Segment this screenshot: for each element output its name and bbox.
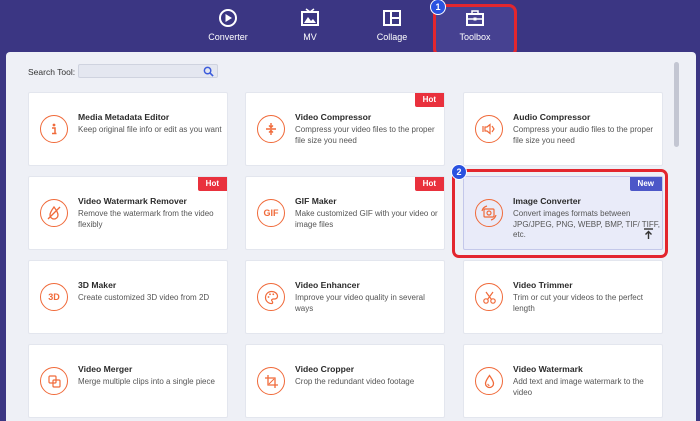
tool-description: Trim or cut your videos to the perfect l… xyxy=(513,293,643,313)
crop-icon xyxy=(257,367,285,395)
tab-converter[interactable]: Converter xyxy=(188,6,268,46)
tool-card-video-trimmer[interactable]: Video Trimmer Trim or cut your videos to… xyxy=(463,260,663,334)
tool-card-gif-maker[interactable]: GIF GIF Maker Make customized GIF with y… xyxy=(245,176,445,250)
tool-description: Compress your video files to the proper … xyxy=(295,125,435,145)
tool-description: Improve your video quality in several wa… xyxy=(295,293,425,313)
tab-collage-label: Collage xyxy=(376,32,408,42)
watermark-remove-icon xyxy=(40,199,68,227)
search-icon[interactable] xyxy=(203,66,214,77)
tool-description: Remove the watermark from the video flex… xyxy=(78,209,214,229)
tool-title: Video Watermark Remover xyxy=(78,196,187,206)
hot-badge: Hot xyxy=(414,177,444,191)
merge-icon xyxy=(40,367,68,395)
tool-card-video-enhancer[interactable]: Video Enhancer Improve your video qualit… xyxy=(245,260,445,334)
tool-title: Video Trimmer xyxy=(513,280,573,290)
tool-description: Make customized GIF with your video or i… xyxy=(295,209,438,229)
tool-title: Audio Compressor xyxy=(513,112,591,122)
tool-card-3d-maker[interactable]: 3D 3D Maker Create customized 3D video f… xyxy=(28,260,228,334)
tool-description: Merge multiple clips into a single piece xyxy=(78,377,215,386)
info-icon xyxy=(40,115,68,143)
tool-card-video-compressor[interactable]: Video Compressor Compress your video fil… xyxy=(245,92,445,166)
gif-icon: GIF xyxy=(257,199,285,227)
tool-title: GIF Maker xyxy=(295,196,337,206)
tool-title: Video Compressor xyxy=(295,112,372,122)
scissors-icon xyxy=(475,283,503,311)
palette-icon xyxy=(257,283,285,311)
tool-title: Video Cropper xyxy=(295,364,355,374)
toolbox-icon xyxy=(466,10,484,26)
tool-description: Create customized 3D video from 2D xyxy=(78,293,210,302)
audio-compress-icon xyxy=(475,115,503,143)
tool-description: Compress your audio files to the proper … xyxy=(513,125,654,145)
tool-description: Keep original file info or edit as you w… xyxy=(78,125,222,134)
tab-collage[interactable]: Collage xyxy=(352,6,432,46)
tool-title: 3D Maker xyxy=(78,280,117,290)
tab-toolbox-label: Toolbox xyxy=(459,32,491,42)
tool-card-media-metadata-editor[interactable]: Media Metadata Editor Keep original file… xyxy=(28,92,228,166)
tab-converter-label: Converter xyxy=(208,32,248,42)
tool-title: Video Merger xyxy=(78,364,133,374)
image-converter-highlight xyxy=(452,169,668,258)
tool-card-audio-compressor[interactable]: Audio Compressor Compress your audio fil… xyxy=(463,92,663,166)
collage-icon xyxy=(383,10,401,26)
hot-badge: Hot xyxy=(197,177,227,191)
tool-title: Video Enhancer xyxy=(295,280,360,290)
tool-title: Media Metadata Editor xyxy=(78,112,170,122)
converter-icon xyxy=(219,9,237,27)
tool-card-video-watermark-remover[interactable]: Video Watermark Remover Remove the water… xyxy=(28,176,228,250)
mv-icon xyxy=(301,8,319,26)
tool-card-video-cropper[interactable]: Video Cropper Crop the redundant video f… xyxy=(245,344,445,418)
tab-mv[interactable]: MV xyxy=(270,6,350,46)
step-marker-2: 2 xyxy=(451,164,467,180)
scrollbar[interactable] xyxy=(674,62,679,147)
tool-title: Video Watermark xyxy=(513,364,583,374)
tool-description: Add text and image watermark to the vide… xyxy=(513,377,644,397)
search-input[interactable] xyxy=(78,64,218,78)
compress-icon xyxy=(257,115,285,143)
search-label: Search Tool: xyxy=(28,67,76,77)
tool-description: Crop the redundant video footage xyxy=(295,377,415,386)
tool-card-video-watermark[interactable]: Video Watermark Add text and image water… xyxy=(463,344,663,418)
tab-toolbox[interactable]: Toolbox xyxy=(435,6,515,46)
top-navigation: Converter MV Collage Toolbox 1 xyxy=(0,0,700,57)
3d-icon: 3D xyxy=(40,283,68,311)
drop-icon xyxy=(475,367,503,395)
hot-badge: Hot xyxy=(414,93,444,107)
tool-card-video-merger[interactable]: Video Merger Merge multiple clips into a… xyxy=(28,344,228,418)
tab-mv-label: MV xyxy=(303,32,317,42)
